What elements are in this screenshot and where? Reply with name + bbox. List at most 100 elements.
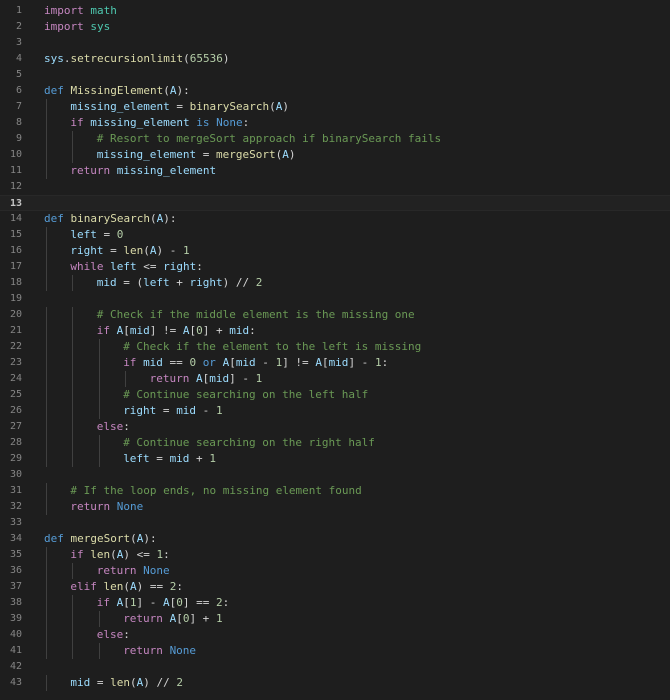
indent-guide xyxy=(72,403,74,419)
code-line[interactable]: 32 return None xyxy=(0,499,670,515)
indent-guide xyxy=(46,115,47,131)
code-line[interactable]: 3 xyxy=(0,35,670,51)
code-line[interactable]: 16 right = len(A) - 1 xyxy=(0,243,670,259)
code-token: ( xyxy=(110,548,117,561)
code-token: mid xyxy=(176,404,197,417)
code-line[interactable]: 20 # Check if the middle element is the m… xyxy=(0,307,670,323)
code-line[interactable]: 37 elif len(A) == 2: xyxy=(0,579,670,595)
code-line[interactable]: 24 return A[mid] - 1 xyxy=(0,371,670,387)
code-line[interactable]: 27 else: xyxy=(0,419,670,435)
line-number: 28 xyxy=(9,437,22,448)
indent-guide xyxy=(98,451,100,467)
code-line[interactable]: 42 xyxy=(0,659,670,675)
indent-guide xyxy=(98,339,100,355)
code-token: [ xyxy=(176,612,183,625)
code-token: # Continue searching on the right half xyxy=(123,436,375,449)
code-line[interactable]: 4 sys.setrecursionlimit(65536) xyxy=(0,51,670,67)
code-line[interactable]: 36 return None xyxy=(0,563,670,579)
code-token: return xyxy=(70,500,111,513)
indent-guide xyxy=(46,403,47,419)
code-line[interactable]: 39 return A[0] + 1 xyxy=(0,611,670,627)
code-token: None xyxy=(143,564,170,577)
code-token: == xyxy=(162,356,190,369)
line-number: 26 xyxy=(9,405,22,416)
line-number: 11 xyxy=(9,165,22,176)
code-token: def xyxy=(44,212,64,225)
code-token: ( xyxy=(269,100,276,113)
code-line[interactable]: 2 import sys xyxy=(0,19,670,35)
indent-guide xyxy=(72,387,74,403)
line-number: 5 xyxy=(15,69,22,80)
code-line[interactable]: 25 # Continue searching on the left half xyxy=(0,387,670,403)
code-line[interactable]: 38 if A[1] - A[0] == 2: xyxy=(0,595,670,611)
code-line[interactable]: 28 # Continue searching on the right half xyxy=(0,435,670,451)
indent-guide xyxy=(72,451,74,467)
code-line[interactable]: 43 mid = len(A) // 2 xyxy=(0,675,670,691)
code-line[interactable]: 21 if A[mid] != A[0] + mid: xyxy=(0,323,670,339)
code-line[interactable]: 9 # Resort to mergeSort approach if binar… xyxy=(0,131,670,147)
indent-guide xyxy=(98,435,100,451)
code-line[interactable]: 41 return None xyxy=(0,643,670,659)
code-line[interactable]: 30 xyxy=(0,467,670,483)
code-text: import math xyxy=(44,3,117,19)
code-token: ] - xyxy=(348,356,375,369)
code-token: 1 xyxy=(215,612,223,625)
indent-guide xyxy=(46,243,47,259)
code-line[interactable]: 26 right = mid - 1 xyxy=(0,403,670,419)
code-token: 0 xyxy=(196,324,203,337)
code-line[interactable]: 33 xyxy=(0,515,670,531)
code-token: [ xyxy=(229,356,236,369)
code-line[interactable]: 22 # Check if the element to the left is … xyxy=(0,339,670,355)
code-token: ( xyxy=(143,244,150,257)
indent-guide xyxy=(46,323,47,339)
code-token: if xyxy=(96,324,111,337)
code-line[interactable]: 12 xyxy=(0,179,670,195)
code-line[interactable]: 31 # If the loop ends, no missing element… xyxy=(0,483,670,499)
code-line[interactable]: 6 def MissingElement(A): xyxy=(0,83,670,99)
code-token: 1 xyxy=(209,452,216,465)
code-line[interactable]: 5 xyxy=(0,67,670,83)
code-text: left = 0 xyxy=(70,227,123,243)
line-number: 33 xyxy=(9,517,22,528)
code-token: = xyxy=(149,452,170,465)
code-text: def MissingElement(A): xyxy=(44,83,190,99)
line-number: 36 xyxy=(9,565,22,576)
code-line[interactable]: 34 def mergeSort(A): xyxy=(0,531,670,547)
code-line[interactable]: 18 mid = (left + right) // 2 xyxy=(0,275,670,291)
code-line[interactable]: 14 def binarySearch(A): xyxy=(0,211,670,227)
code-line[interactable]: 8 if missing_element is None: xyxy=(0,115,670,131)
code-editor[interactable]: 1 import math 2 import sys 3 4 sys.setrecursio… xyxy=(0,0,670,700)
code-line[interactable]: 40 else: xyxy=(0,627,670,643)
code-token: : xyxy=(222,596,230,609)
code-token: ) <= xyxy=(123,548,157,561)
code-token: ) // xyxy=(143,676,177,689)
indent-guide xyxy=(72,563,74,579)
code-token: len xyxy=(103,580,124,593)
code-line[interactable]: 7 missing_element = binarySearch(A) xyxy=(0,99,670,115)
code-token: 0 xyxy=(116,228,124,241)
code-text: if len(A) <= 1: xyxy=(70,547,169,563)
code-line[interactable]: 35 if len(A) <= 1: xyxy=(0,547,670,563)
code-line[interactable]: 23 if mid == 0 or A[mid - 1] != A[mid] - … xyxy=(0,355,670,371)
line-number: 13 xyxy=(9,198,22,209)
code-line[interactable]: 1 import math xyxy=(0,3,670,19)
line-number: 9 xyxy=(15,133,22,144)
code-token: ] + xyxy=(202,324,230,337)
code-line[interactable]: 15 left = 0 xyxy=(0,227,670,243)
code-token: = xyxy=(156,404,177,417)
code-token: right xyxy=(70,244,104,257)
code-line[interactable]: 11 return missing_element xyxy=(0,163,670,179)
code-line[interactable]: 17 while left <= right: xyxy=(0,259,670,275)
code-line[interactable]: 29 left = mid + 1 xyxy=(0,451,670,467)
code-line[interactable]: 10 missing_element = mergeSort(A) xyxy=(0,147,670,163)
code-text: return None xyxy=(123,643,196,659)
indent-guide xyxy=(46,419,47,435)
code-token: ): xyxy=(143,532,157,545)
code-line[interactable]: 19 xyxy=(0,291,670,307)
code-line[interactable]: 13 xyxy=(0,195,670,211)
code-text: mid = len(A) // 2 xyxy=(70,675,183,691)
indent-guide xyxy=(72,419,74,435)
